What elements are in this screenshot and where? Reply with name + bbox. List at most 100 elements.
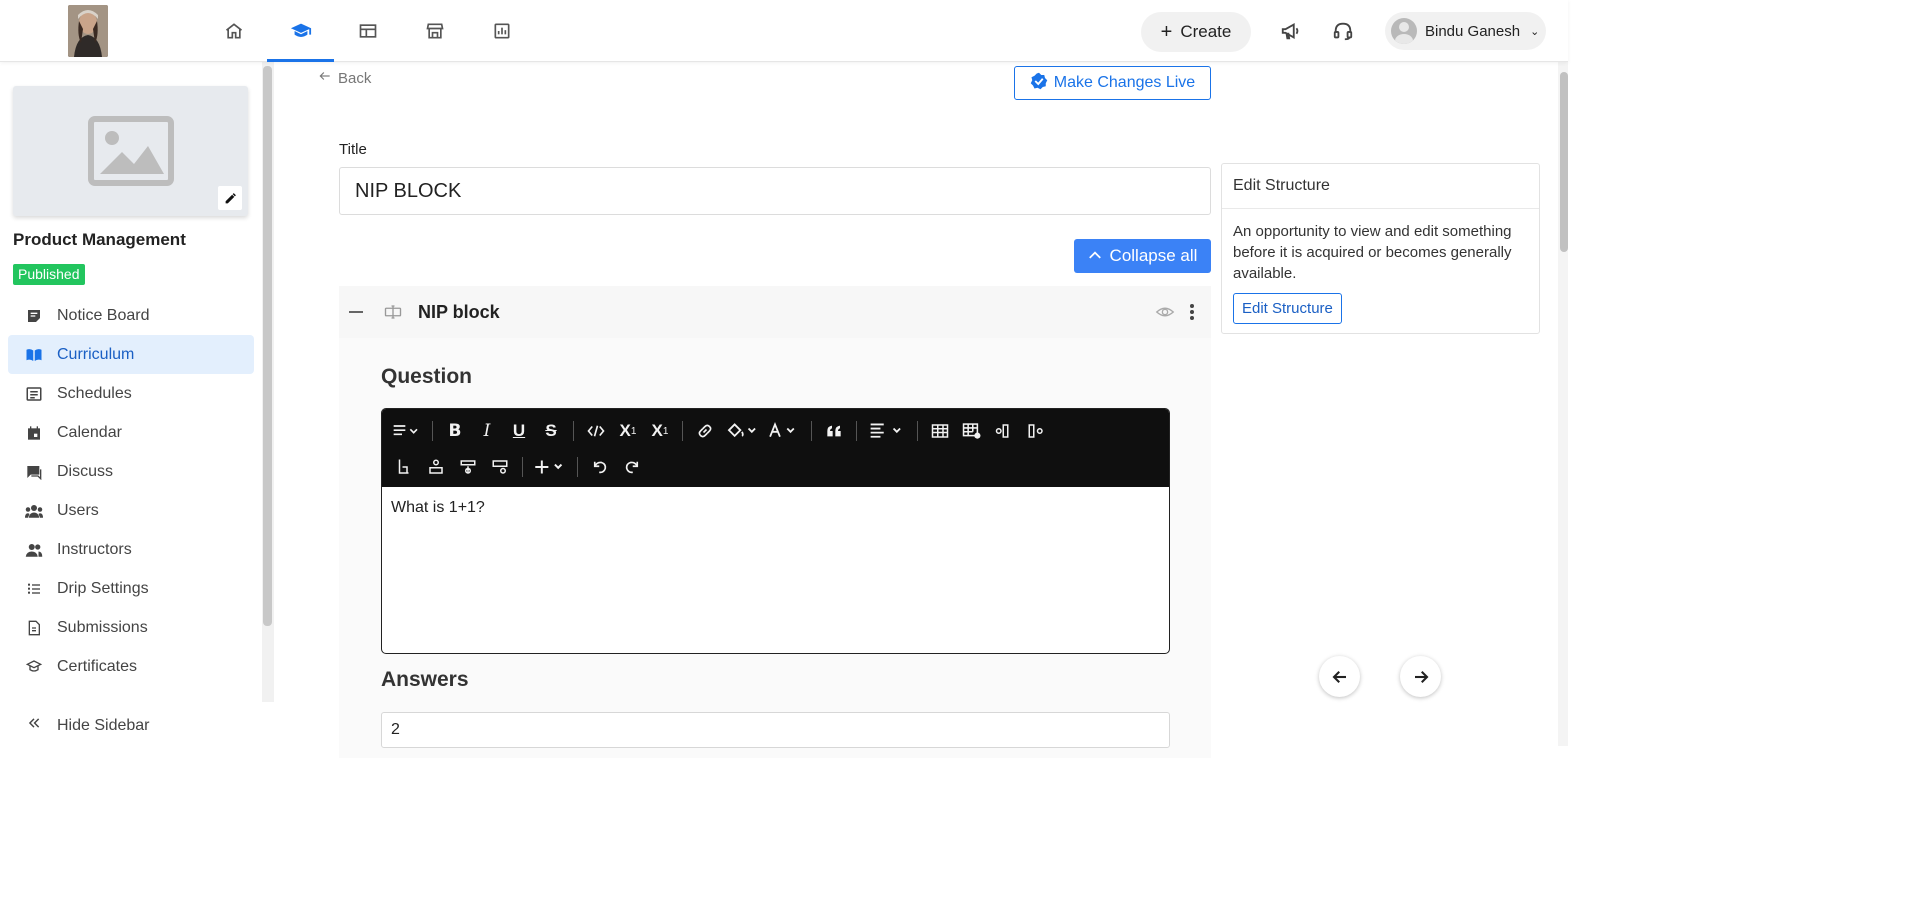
certificate-icon	[25, 658, 43, 676]
book-icon	[25, 346, 43, 364]
profile-photo[interactable]	[68, 5, 108, 57]
undo-icon[interactable]	[584, 452, 616, 482]
back-link[interactable]: Back	[318, 69, 371, 87]
home-icon[interactable]	[200, 0, 267, 62]
graduation-cap-icon[interactable]	[267, 0, 334, 62]
edit-structure-button[interactable]: Edit Structure	[1233, 293, 1342, 324]
chevron-down-icon: ⌄	[1530, 25, 1540, 38]
back-label: Back	[338, 69, 372, 87]
create-button[interactable]: + Create	[1141, 12, 1251, 52]
delete-table-icon[interactable]	[956, 416, 988, 446]
main-scrollbar[interactable]	[1560, 72, 1568, 252]
bold-icon[interactable]: B	[439, 416, 471, 446]
next-button[interactable]	[1400, 656, 1441, 697]
chevron-up-icon	[1088, 246, 1102, 266]
toolbar-separator	[856, 421, 857, 441]
make-changes-live-button[interactable]: Make Changes Live	[1014, 66, 1211, 100]
insert-row-below-icon[interactable]	[484, 452, 516, 482]
notice-board-icon	[25, 307, 43, 325]
input-field-icon	[384, 303, 402, 326]
align-dropdown[interactable]	[863, 416, 911, 446]
headset-icon[interactable]	[1332, 20, 1356, 44]
image-placeholder-icon	[87, 116, 174, 186]
eye-icon[interactable]	[1155, 303, 1175, 326]
toolbar-separator	[577, 457, 578, 477]
insert-row-above-icon[interactable]	[452, 452, 484, 482]
layout-icon[interactable]	[334, 0, 401, 62]
edit-thumbnail-button[interactable]	[218, 186, 242, 210]
drip-list-icon	[25, 580, 43, 598]
table-cell-icon[interactable]	[388, 452, 420, 482]
italic-icon[interactable]: I	[471, 416, 503, 446]
verified-badge-icon	[1030, 72, 1048, 95]
course-name: Product Management	[13, 230, 186, 249]
toolbar-separator	[811, 421, 812, 441]
paragraph-format-dropdown[interactable]	[388, 416, 426, 446]
text-color-dropdown[interactable]	[763, 416, 805, 446]
store-icon[interactable]	[401, 0, 468, 62]
block-header[interactable]: NIP block	[339, 286, 1211, 338]
analytics-icon[interactable]	[468, 0, 535, 62]
user-menu[interactable]: Bindu Ganesh ⌄	[1385, 12, 1546, 50]
insert-dropdown[interactable]	[529, 452, 571, 482]
insert-column-left-icon[interactable]	[988, 416, 1020, 446]
blockquote-icon[interactable]	[818, 416, 850, 446]
pencil-icon	[225, 192, 236, 203]
list-icon	[25, 385, 43, 403]
calendar-icon	[25, 424, 43, 442]
more-options-icon[interactable]	[1188, 302, 1196, 327]
fill-color-dropdown[interactable]	[721, 416, 763, 446]
sidebar-item-users[interactable]: Users	[8, 491, 254, 530]
question-editor: B I U S X1 X1 What is 1+1?	[381, 408, 1170, 654]
sidebar-item-certificates[interactable]: Certificates	[8, 647, 254, 686]
hide-sidebar-button[interactable]: Hide Sidebar	[0, 705, 262, 746]
sidebar-item-schedules[interactable]: Schedules	[8, 374, 254, 413]
double-chevron-left-icon	[27, 716, 41, 735]
make-changes-live-label: Make Changes Live	[1053, 74, 1196, 91]
sidebar-item-drip-settings[interactable]: Drip Settings	[8, 569, 254, 608]
arrow-left-icon	[318, 69, 332, 87]
collapse-all-button[interactable]: Collapse all	[1074, 239, 1211, 273]
submissions-icon	[25, 619, 43, 637]
strikethrough-icon[interactable]: S	[535, 416, 567, 446]
link-icon[interactable]	[689, 416, 721, 446]
sidebar-item-label: Drip Settings	[57, 579, 149, 597]
sidebar-item-calendar[interactable]: Calendar	[8, 413, 254, 452]
block-title: NIP block	[418, 302, 500, 322]
row-style-icon[interactable]	[420, 452, 452, 482]
sidebar-item-instructors[interactable]: Instructors	[8, 530, 254, 569]
underline-icon[interactable]: U	[503, 416, 535, 446]
editor-toolbar: B I U S X1 X1	[382, 409, 1169, 487]
users-icon	[25, 502, 43, 520]
hide-sidebar-label: Hide Sidebar	[57, 716, 150, 734]
status-badge: Published	[13, 264, 85, 285]
megaphone-icon[interactable]	[1280, 20, 1304, 44]
top-navbar: + Create Bindu Ganesh ⌄	[0, 0, 1568, 62]
code-icon[interactable]	[580, 416, 612, 446]
sidebar-item-submissions[interactable]: Submissions	[8, 608, 254, 647]
sidebar-item-label: Discuss	[57, 462, 114, 480]
edit-structure-description: An opportunity to view and edit somethin…	[1233, 223, 1512, 282]
sidebar-item-curriculum[interactable]: Curriculum	[8, 335, 254, 374]
sidebar-item-label: Calendar	[57, 423, 122, 441]
table-icon[interactable]	[924, 416, 956, 446]
title-input[interactable]	[339, 167, 1211, 215]
sidebar-item-label: Notice Board	[57, 306, 150, 324]
insert-column-right-icon[interactable]	[1020, 416, 1052, 446]
previous-button[interactable]	[1319, 656, 1360, 697]
answer-input[interactable]	[381, 712, 1170, 748]
sidebar-item-label: Certificates	[57, 657, 138, 675]
sidebar-item-label: Instructors	[57, 540, 132, 558]
superscript-icon[interactable]: X1	[612, 416, 644, 446]
avatar	[1391, 18, 1417, 44]
question-label: Question	[381, 365, 473, 388]
question-text[interactable]: What is 1+1?	[382, 487, 1169, 529]
redo-icon[interactable]	[616, 452, 648, 482]
subscript-icon[interactable]: X1	[644, 416, 676, 446]
sidebar-item-discuss[interactable]: Discuss	[8, 452, 254, 491]
toolbar-separator	[522, 457, 523, 477]
sidebar-item-notice-board[interactable]: Notice Board	[8, 296, 254, 335]
sidebar-item-label: Submissions	[57, 618, 148, 636]
collapse-block-icon[interactable]	[349, 311, 363, 313]
sidebar-scrollbar[interactable]	[263, 66, 272, 626]
